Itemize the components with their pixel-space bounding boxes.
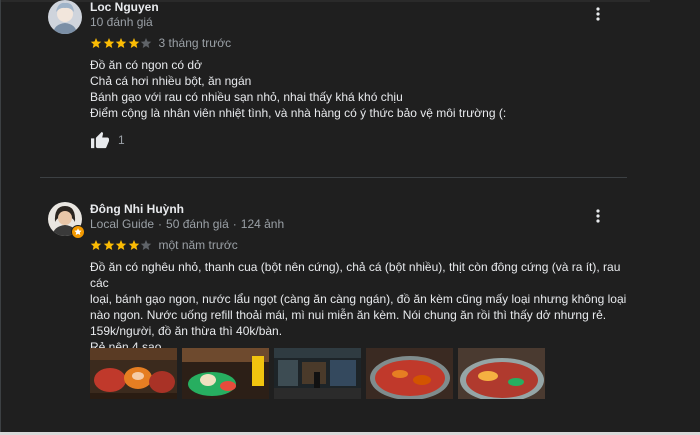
rating-row: 3 tháng trước xyxy=(90,36,231,50)
review-text: Đồ ăn có ngon có dở Chả cá hơi nhiều bột… xyxy=(90,57,630,121)
review-divider xyxy=(40,177,627,178)
star-icon xyxy=(90,240,102,250)
food-photo-image xyxy=(90,348,177,399)
review-photos xyxy=(90,348,545,399)
review-line: 159k/người, đồ ăn thừa thì 40k/bàn. xyxy=(90,324,283,338)
review-line: Đồ ăn có nghêu nhỏ, thanh cua (bột nên c… xyxy=(90,260,621,290)
review-photo[interactable] xyxy=(274,348,361,399)
review-photo[interactable] xyxy=(90,348,177,399)
review-line: Chả cá hơi nhiều bột, ăn ngán xyxy=(90,74,252,88)
more-options-button[interactable] xyxy=(588,4,608,24)
more-options-button[interactable] xyxy=(588,206,608,226)
more-vert-icon xyxy=(596,7,600,21)
rating-row: một năm trước xyxy=(90,238,238,252)
star-rating xyxy=(90,239,153,251)
review-photo[interactable] xyxy=(366,348,453,399)
like-row: 1 xyxy=(90,131,125,149)
review-photo[interactable] xyxy=(458,348,545,399)
star-empty-icon xyxy=(140,240,152,250)
local-guide-badge-icon xyxy=(71,225,85,239)
review-time: 3 tháng trước xyxy=(158,36,232,50)
photo-count: 124 ảnh xyxy=(240,217,285,231)
star-rating xyxy=(90,37,153,49)
like-count: 1 xyxy=(118,133,125,147)
review-line: Bánh gạo với rau có nhiều sạn nhỏ, nhai … xyxy=(90,90,403,104)
review-text: Đồ ăn có nghêu nhỏ, thanh cua (bột nên c… xyxy=(90,259,630,355)
review-time: một năm trước xyxy=(158,238,238,252)
reviewer-name[interactable]: Đông Nhi Huỳnh xyxy=(90,202,184,216)
avatar-image xyxy=(48,0,82,34)
star-icon xyxy=(103,240,114,250)
review-line: loại, bánh gạo ngon, nước lẩu ngọt (càng… xyxy=(90,292,627,306)
star-icon xyxy=(128,38,139,48)
restaurant-photo-image xyxy=(274,348,361,399)
hotpot-photo-image xyxy=(366,348,453,399)
review-line: nào ngon. Nước uống refill thoải mái, mì… xyxy=(90,308,607,322)
reviews-panel: Loc Nguyen 10 đánh giá 3 tháng trước Đồ … xyxy=(0,0,700,435)
right-margin xyxy=(650,0,700,435)
star-icon xyxy=(115,240,127,250)
reviewer-meta: Local Guide · 50 đánh giá · 124 ảnh xyxy=(90,217,285,231)
review-line: Điểm cộng là nhân viên nhiệt tình, và nh… xyxy=(90,106,507,120)
star-empty-icon xyxy=(140,38,152,48)
review-photo[interactable] xyxy=(182,348,269,399)
review-line: Đồ ăn có ngon có dở xyxy=(90,58,202,72)
hotpot-photo-image xyxy=(458,348,545,399)
star-icon xyxy=(90,38,102,48)
local-guide-label: Local Guide xyxy=(90,217,155,231)
review-count: 50 đánh giá xyxy=(166,217,229,231)
star-icon xyxy=(128,240,139,250)
reviewer-avatar[interactable] xyxy=(48,0,82,34)
star-icon xyxy=(103,38,114,48)
reviewer-meta: 10 đánh giá xyxy=(90,15,153,29)
left-border xyxy=(0,0,1,435)
thumb-up-icon[interactable] xyxy=(90,131,110,149)
star-icon xyxy=(115,38,127,48)
reviewer-name[interactable]: Loc Nguyen xyxy=(90,0,159,14)
food-photo-image xyxy=(182,348,269,399)
more-vert-icon xyxy=(596,209,600,223)
